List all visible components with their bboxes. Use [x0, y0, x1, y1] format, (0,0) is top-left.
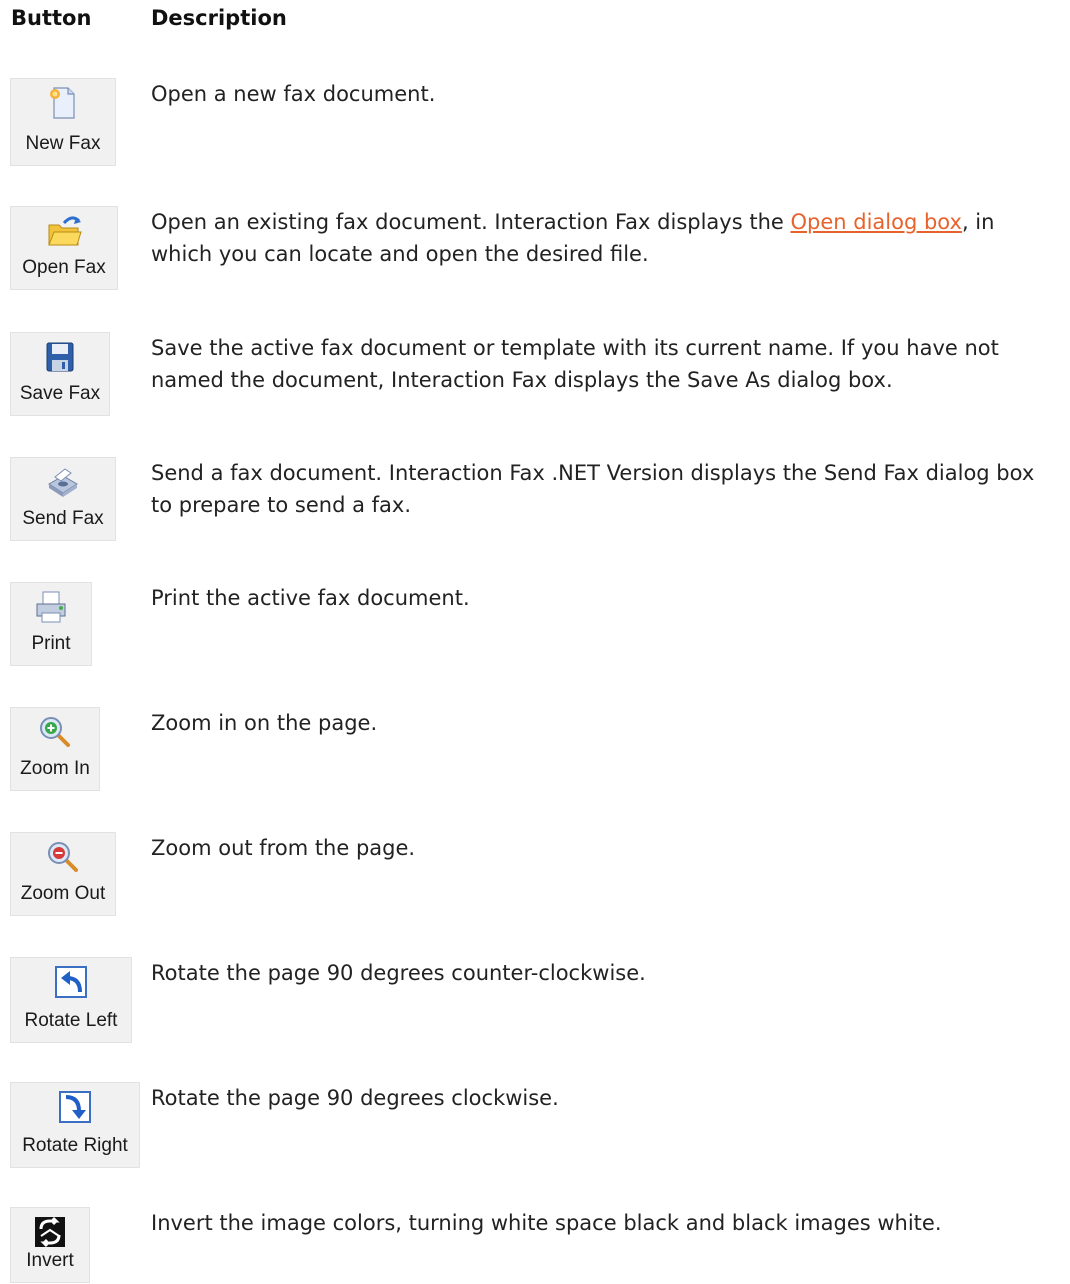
rotate-right-button[interactable]: Rotate Right — [10, 1082, 140, 1168]
zoom-in-description: Zoom in on the page. — [151, 711, 378, 735]
new-fax-button[interactable]: New Fax — [10, 78, 116, 166]
invert-button[interactable]: Invert — [10, 1207, 90, 1283]
send-fax-button[interactable]: Send Fax — [10, 457, 116, 541]
rotate-right-description: Rotate the page 90 degrees clockwise. — [151, 1086, 559, 1110]
rotate-left-button[interactable]: Rotate Left — [10, 957, 132, 1043]
zoom-out-description: Zoom out from the page. — [151, 836, 416, 860]
open-folder-icon — [48, 216, 82, 246]
zoom-in-icon — [40, 717, 70, 747]
invert-label: Invert — [26, 1250, 74, 1271]
new-document-icon — [50, 87, 75, 119]
invert-description: Invert the image colors, turning white s… — [151, 1211, 942, 1235]
print-label: Print — [31, 633, 71, 654]
new-fax-label: New Fax — [25, 133, 101, 154]
zoom-in-label: Zoom In — [20, 758, 90, 779]
zoom-in-button[interactable]: Zoom In — [10, 707, 100, 791]
floppy-disk-icon — [46, 342, 74, 372]
new-fax-description: Open a new fax document. — [151, 82, 436, 106]
zoom-out-button[interactable]: Zoom Out — [10, 832, 116, 916]
send-fax-label: Send Fax — [22, 508, 104, 529]
save-fax-description: Save the active fax document or template… — [151, 336, 999, 392]
fax-machine-icon — [48, 468, 78, 497]
open-fax-button[interactable]: Open Fax — [10, 206, 118, 290]
print-button[interactable]: Print — [10, 582, 92, 666]
send-fax-description: Send a fax document. Interaction Fax .NE… — [151, 461, 1035, 517]
column-header-description: Description — [151, 6, 287, 30]
print-description: Print the active fax document. — [151, 586, 470, 610]
open-dialog-box-link[interactable]: Open dialog box — [790, 210, 961, 234]
save-fax-label: Save Fax — [19, 383, 101, 404]
rotate-right-icon — [59, 1091, 91, 1123]
save-fax-button[interactable]: Save Fax — [10, 332, 110, 416]
rotate-left-icon — [55, 966, 87, 998]
rotate-right-label: Rotate Right — [22, 1135, 128, 1156]
rotate-left-label: Rotate Left — [24, 1010, 118, 1031]
printer-icon — [36, 591, 66, 623]
column-header-button: Button — [11, 6, 92, 30]
open-fax-label: Open Fax — [22, 257, 106, 278]
invert-icon — [35, 1216, 65, 1248]
open-fax-description: Open an existing fax document. Interacti… — [151, 210, 995, 266]
zoom-out-label: Zoom Out — [20, 883, 106, 904]
rotate-left-description: Rotate the page 90 degrees counter-clock… — [151, 961, 646, 985]
zoom-out-icon — [48, 842, 78, 872]
